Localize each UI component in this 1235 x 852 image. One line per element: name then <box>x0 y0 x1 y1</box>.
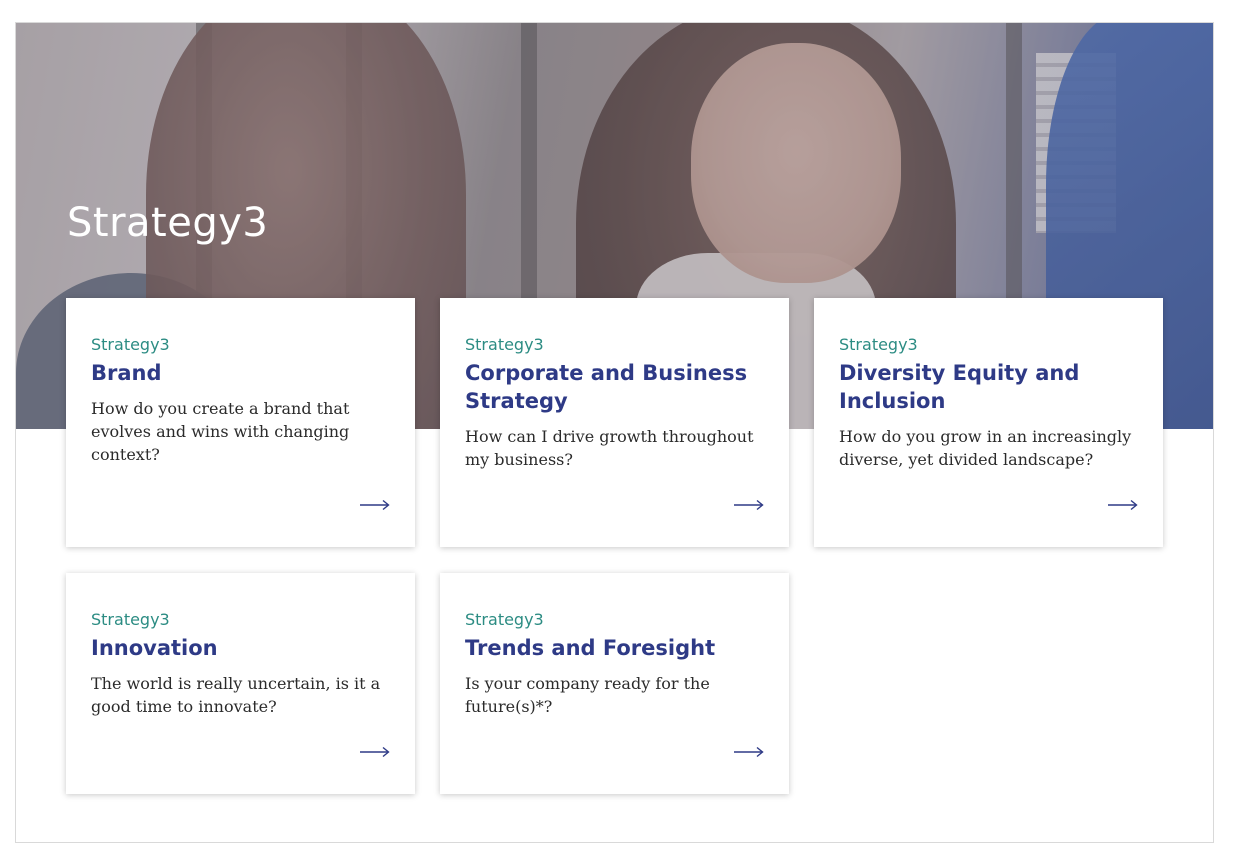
card-eyebrow: Strategy3 <box>839 335 918 354</box>
page-title: Strategy3 <box>67 200 269 246</box>
arrow-right-icon[interactable] <box>360 499 390 511</box>
card-description: Is your company ready for the future(s)*… <box>465 674 710 716</box>
card-title[interactable]: Corporate and Business Strategy <box>465 359 764 415</box>
arrow-right-icon[interactable] <box>734 746 764 758</box>
card-corporate-business-strategy[interactable]: Strategy3 Corporate and Business Strateg… <box>440 298 789 547</box>
arrow-right-icon[interactable] <box>1108 499 1138 511</box>
arrow-right-icon[interactable] <box>734 499 764 511</box>
card-title[interactable]: Diversity Equity and Inclusion <box>839 359 1138 415</box>
card-description: How can I drive growth throughout my bus… <box>465 427 754 469</box>
card-description: How do you grow in an increasingly diver… <box>839 427 1132 469</box>
card-title[interactable]: Brand <box>91 359 390 387</box>
card-trends-foresight[interactable]: Strategy3 Trends and Foresight Is your c… <box>440 573 789 794</box>
card-eyebrow: Strategy3 <box>91 610 170 629</box>
arrow-right-icon[interactable] <box>360 746 390 758</box>
card-eyebrow: Strategy3 <box>465 610 544 629</box>
card-innovation[interactable]: Strategy3 Innovation The world is really… <box>66 573 415 794</box>
card-description: How do you create a brand that evolves a… <box>91 399 350 464</box>
card-title[interactable]: Innovation <box>91 634 390 662</box>
card-brand[interactable]: Strategy3 Brand How do you create a bran… <box>66 298 415 547</box>
card-eyebrow: Strategy3 <box>91 335 170 354</box>
card-title[interactable]: Trends and Foresight <box>465 634 764 662</box>
card-eyebrow: Strategy3 <box>465 335 544 354</box>
card-description: The world is really uncertain, is it a g… <box>91 674 381 716</box>
card-diversity-equity-inclusion[interactable]: Strategy3 Diversity Equity and Inclusion… <box>814 298 1163 547</box>
